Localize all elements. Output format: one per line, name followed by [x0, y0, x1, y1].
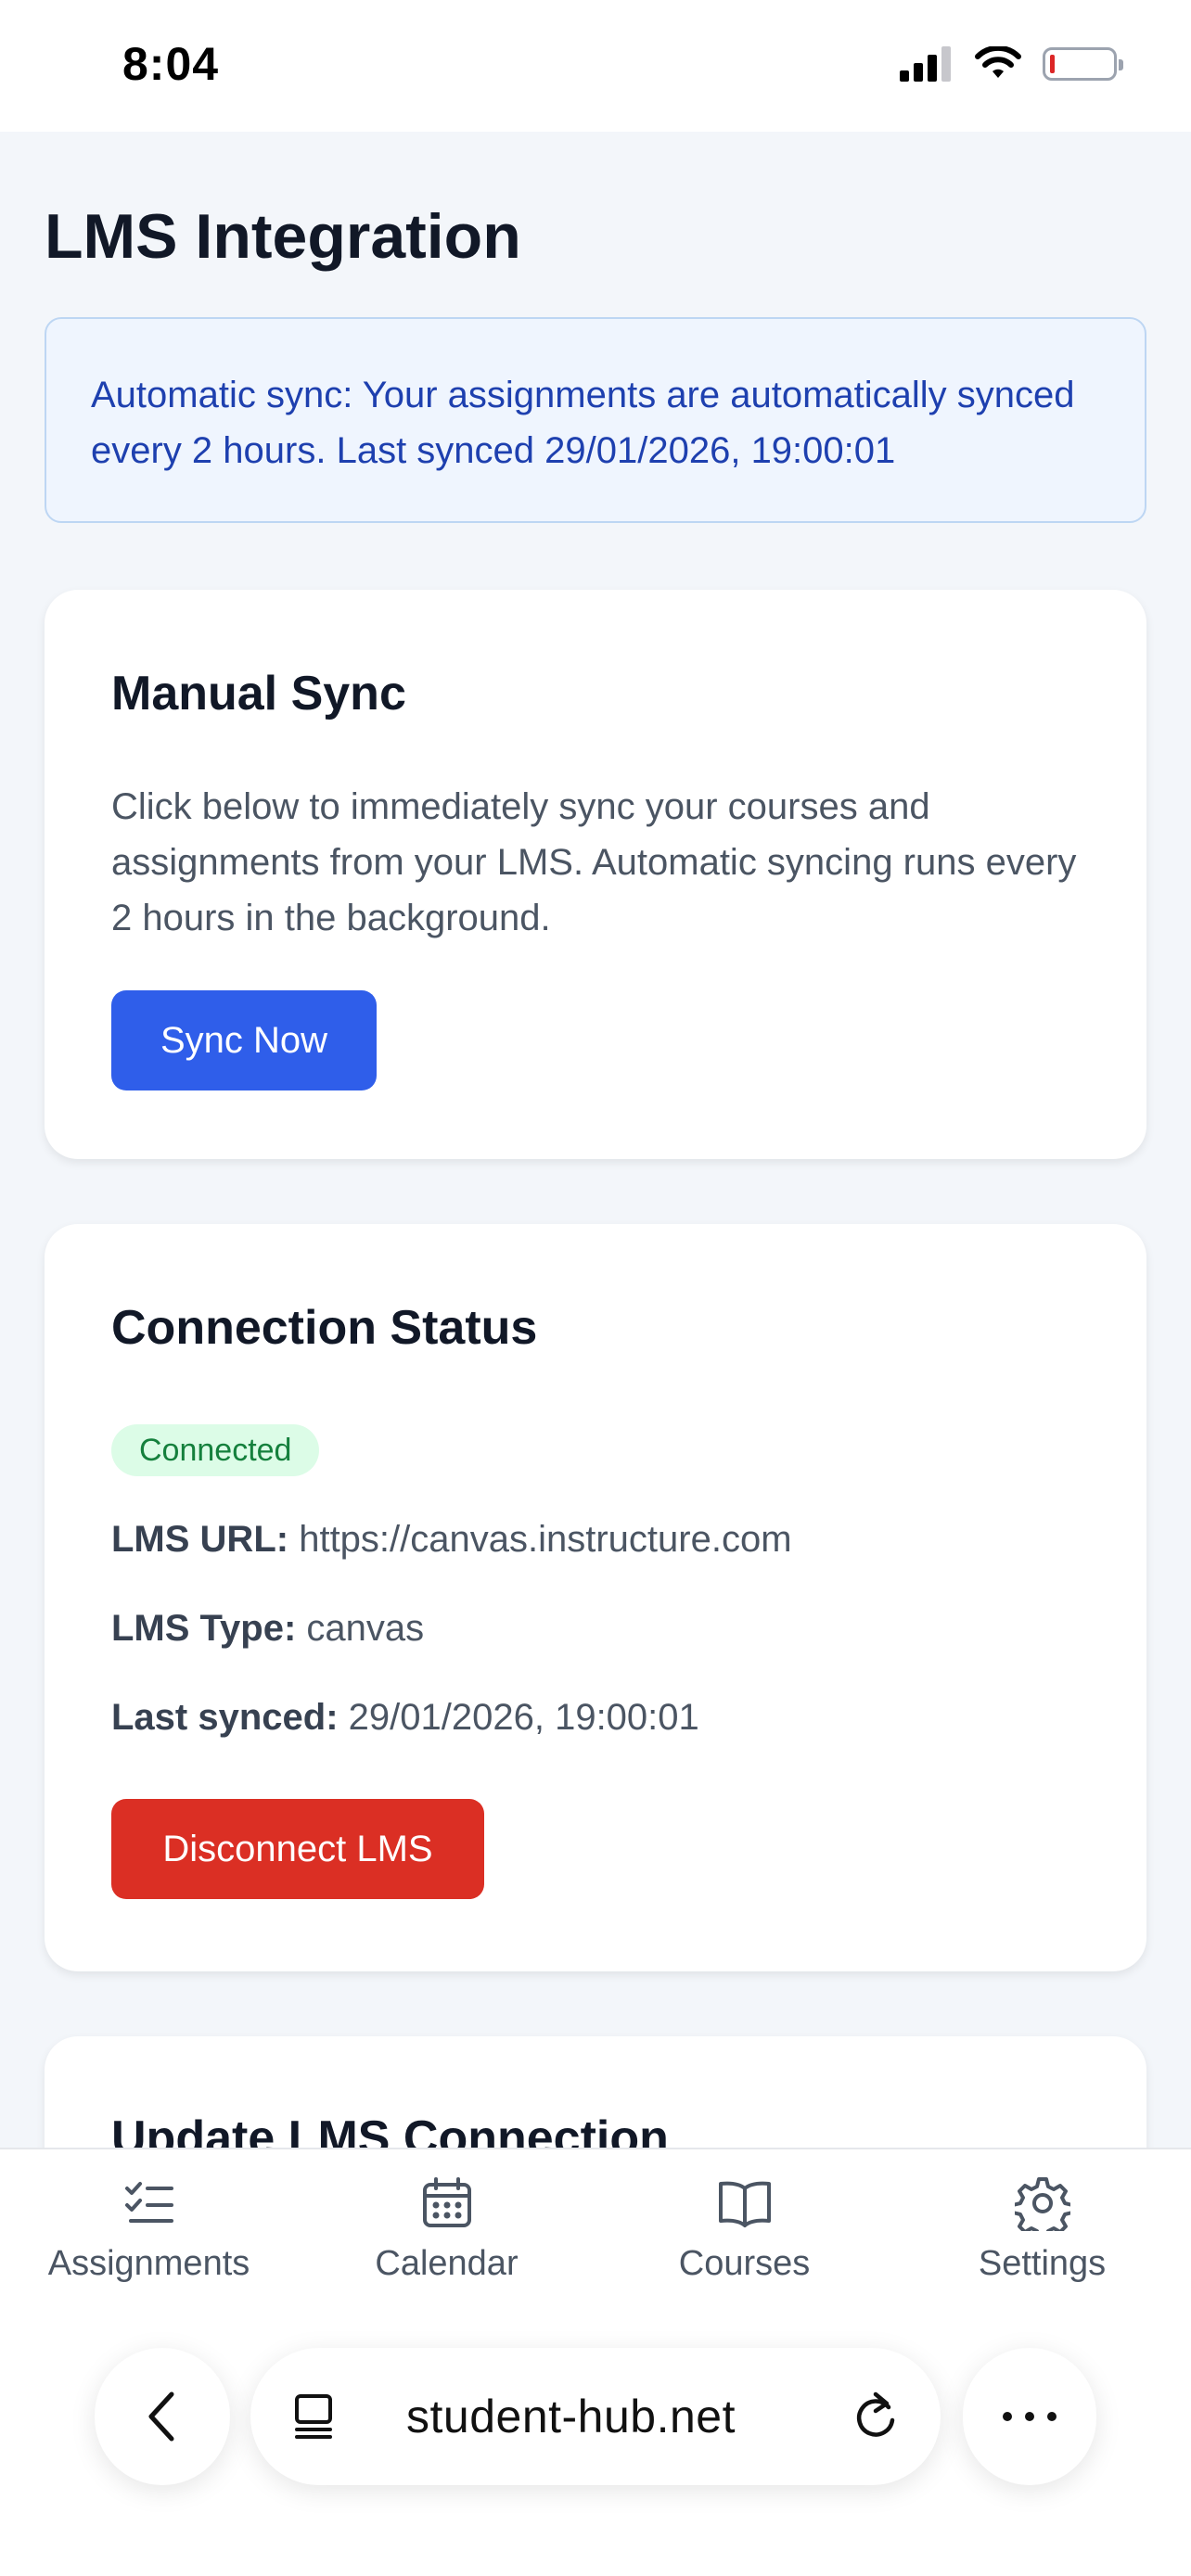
signal-icon	[900, 46, 951, 82]
lms-url-row: LMS URL: https://canvas.instructure.com	[111, 1519, 792, 1561]
lms-url-value: https://canvas.instructure.com	[299, 1519, 792, 1560]
status-icons	[900, 46, 1123, 82]
tab-courses[interactable]: Courses	[596, 2175, 893, 2284]
battery-icon	[1043, 47, 1123, 81]
auto-sync-info-banner: Automatic sync: Your assignments are aut…	[45, 317, 1146, 523]
lms-type-label: LMS Type:	[111, 1608, 297, 1649]
manual-sync-title: Manual Sync	[111, 667, 406, 721]
lms-type-row: LMS Type: canvas	[111, 1608, 424, 1650]
status-badge: Connected	[111, 1424, 320, 1476]
lms-type-value: canvas	[306, 1608, 425, 1649]
more-button[interactable]	[963, 2348, 1096, 2485]
browser-toolbar: student-hub.net	[0, 2333, 1191, 2576]
tab-calendar[interactable]: Calendar	[298, 2175, 596, 2284]
back-button[interactable]	[95, 2348, 230, 2485]
update-connection-title: Update LMS Connection	[111, 2111, 669, 2148]
gear-icon	[1014, 2177, 1070, 2231]
sync-now-button[interactable]: Sync Now	[111, 990, 377, 1090]
tab-calendar-label: Calendar	[375, 2244, 519, 2283]
tab-settings-label: Settings	[978, 2244, 1107, 2283]
reload-icon[interactable]	[852, 2391, 900, 2442]
chevron-left-icon	[148, 2391, 174, 2442]
auto-sync-info-text: Automatic sync: Your assignments are aut…	[91, 375, 1075, 471]
lms-url-label: LMS URL:	[111, 1519, 289, 1560]
bottom-tab-bar: Assignments Calendar Courses Settings	[0, 2148, 1191, 2333]
tabs-icon	[295, 2394, 332, 2439]
last-synced-label: Last synced:	[111, 1697, 339, 1738]
disconnect-lms-button[interactable]: Disconnect LMS	[111, 1799, 484, 1899]
status-bar: 8:04	[0, 0, 1191, 132]
tab-settings[interactable]: Settings	[893, 2175, 1191, 2284]
last-synced-value: 29/01/2026, 19:00:01	[348, 1697, 699, 1738]
page-title: LMS Integration	[45, 201, 521, 272]
address-bar[interactable]: student-hub.net	[250, 2348, 941, 2485]
update-connection-card: Update LMS Connection	[45, 2036, 1146, 2148]
tab-courses-label: Courses	[678, 2244, 811, 2283]
main-content[interactable]: LMS Integration Automatic sync: Your ass…	[0, 132, 1191, 2148]
calendar-icon	[422, 2177, 471, 2227]
wifi-icon	[975, 46, 1021, 78]
tab-assignments-label: Assignments	[47, 2244, 250, 2283]
tab-assignments[interactable]: Assignments	[0, 2175, 298, 2284]
last-synced-row: Last synced: 29/01/2026, 19:00:01	[111, 1697, 699, 1739]
book-icon	[718, 2181, 771, 2227]
manual-sync-description: Click below to immediately sync your cou…	[111, 786, 1077, 938]
connection-status-card: Connection Status Connected LMS URL: htt…	[45, 1224, 1146, 1971]
more-dots-icon	[1003, 2412, 1057, 2421]
url-text: student-hub.net	[406, 2391, 736, 2442]
status-time: 8:04	[122, 38, 220, 90]
connection-status-title: Connection Status	[111, 1301, 538, 1355]
manual-sync-card: Manual Sync Click below to immediately s…	[45, 590, 1146, 1159]
checklist-icon	[124, 2182, 173, 2223]
